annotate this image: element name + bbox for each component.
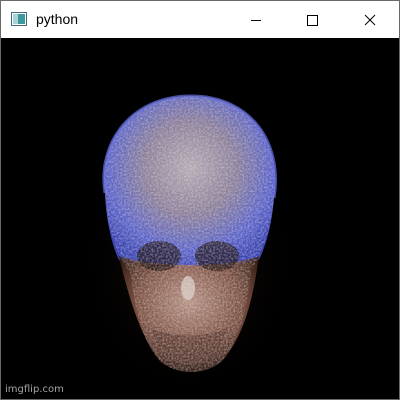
title-bar[interactable]: python: [1, 1, 399, 38]
imgflip-watermark: imgflip.com: [5, 384, 64, 395]
python-app-icon: [11, 12, 27, 26]
maximize-button[interactable]: [289, 1, 335, 38]
python-window: python imgflip.com: [0, 0, 400, 400]
render-viewport[interactable]: imgflip.com: [1, 38, 399, 399]
skull-volume-render: [79, 94, 299, 398]
window-title: python: [36, 11, 79, 27]
close-button[interactable]: [347, 1, 393, 38]
maximize-icon: [307, 14, 318, 26]
close-icon: [364, 14, 376, 25]
minimize-icon: [251, 19, 261, 21]
minimize-button[interactable]: [233, 1, 279, 38]
